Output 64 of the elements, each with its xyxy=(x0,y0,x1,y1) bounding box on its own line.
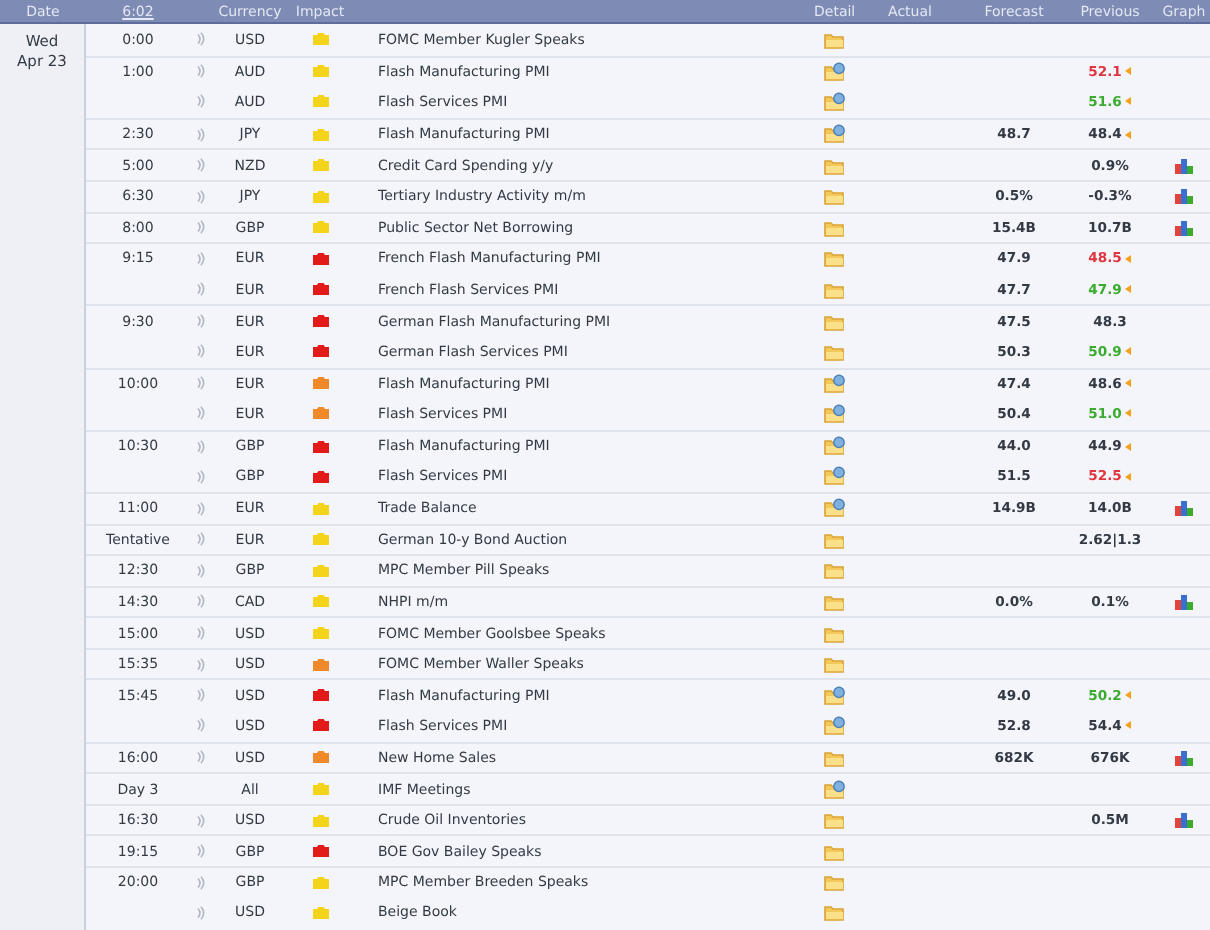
folder-icon[interactable] xyxy=(823,311,845,332)
bar-chart-icon[interactable] xyxy=(1174,749,1194,766)
folder-globe-icon[interactable] xyxy=(823,61,845,82)
sound-icon[interactable] xyxy=(195,905,205,920)
folder-icon[interactable] xyxy=(823,155,845,176)
sound-icon[interactable] xyxy=(195,501,205,516)
sound-icon[interactable] xyxy=(195,406,205,421)
sound-icon[interactable] xyxy=(195,813,205,828)
folder-icon[interactable] xyxy=(823,186,845,207)
sound-icon[interactable] xyxy=(195,220,205,235)
sound-icon[interactable] xyxy=(195,532,205,547)
folder-globe-icon[interactable] xyxy=(823,715,845,736)
folder-icon[interactable] xyxy=(823,747,845,768)
folder-icon[interactable] xyxy=(823,279,845,300)
sound-icon[interactable] xyxy=(195,127,205,142)
folder-globe-icon[interactable] xyxy=(823,779,845,800)
folder-globe-icon[interactable] xyxy=(823,373,845,394)
folder-icon[interactable] xyxy=(823,841,845,862)
sound-icon[interactable] xyxy=(195,469,205,484)
folder-icon[interactable] xyxy=(823,810,845,831)
folder-icon[interactable] xyxy=(823,341,845,362)
sound-icon[interactable] xyxy=(195,844,205,859)
folder-icon[interactable] xyxy=(823,29,845,50)
folder-globe-icon[interactable] xyxy=(823,436,845,457)
bar-chart-icon[interactable] xyxy=(1174,157,1194,174)
folder-icon[interactable] xyxy=(823,872,845,893)
sound-icon[interactable] xyxy=(195,282,205,297)
sound-icon[interactable] xyxy=(195,439,205,454)
bar-chart-icon[interactable] xyxy=(1174,219,1194,236)
folder-globe-icon[interactable] xyxy=(823,124,845,145)
bar-chart-icon[interactable] xyxy=(1174,812,1194,829)
folder-icon[interactable] xyxy=(823,654,845,675)
sound-icon[interactable] xyxy=(195,376,205,391)
folder-icon[interactable] xyxy=(823,248,845,269)
sound-icon[interactable] xyxy=(195,158,205,173)
folder-globe-icon[interactable] xyxy=(823,403,845,424)
folder-globe-icon[interactable] xyxy=(823,466,845,487)
folder-icon[interactable] xyxy=(823,217,845,238)
folder-icon[interactable] xyxy=(823,591,845,612)
sound-icon[interactable] xyxy=(195,314,205,329)
folder-icon[interactable] xyxy=(823,529,845,550)
folder-icon[interactable] xyxy=(823,902,845,923)
sound-icon[interactable] xyxy=(195,251,205,266)
sound-icon[interactable] xyxy=(195,688,205,703)
sound-icon[interactable] xyxy=(195,64,205,79)
sound-icon[interactable] xyxy=(195,657,205,672)
bar-chart-icon[interactable] xyxy=(1174,593,1194,610)
folder-globe-icon[interactable] xyxy=(823,685,845,706)
bar-chart-icon[interactable] xyxy=(1174,500,1194,517)
folder-globe-icon[interactable] xyxy=(823,498,845,519)
sound-icon[interactable] xyxy=(195,344,205,359)
folder-icon[interactable] xyxy=(823,623,845,644)
bar-chart-icon[interactable] xyxy=(1174,188,1194,205)
folder-icon[interactable] xyxy=(823,560,845,581)
sound-icon[interactable] xyxy=(195,563,205,578)
sound-icon[interactable] xyxy=(195,750,205,765)
sound-icon[interactable] xyxy=(195,94,205,109)
sound-icon[interactable] xyxy=(195,32,205,47)
sound-icon[interactable] xyxy=(195,875,205,890)
sound-icon[interactable] xyxy=(195,594,205,609)
sound-icon[interactable] xyxy=(195,189,205,204)
sound-icon[interactable] xyxy=(195,626,205,641)
folder-globe-icon[interactable] xyxy=(823,91,845,112)
sound-icon[interactable] xyxy=(195,718,205,733)
